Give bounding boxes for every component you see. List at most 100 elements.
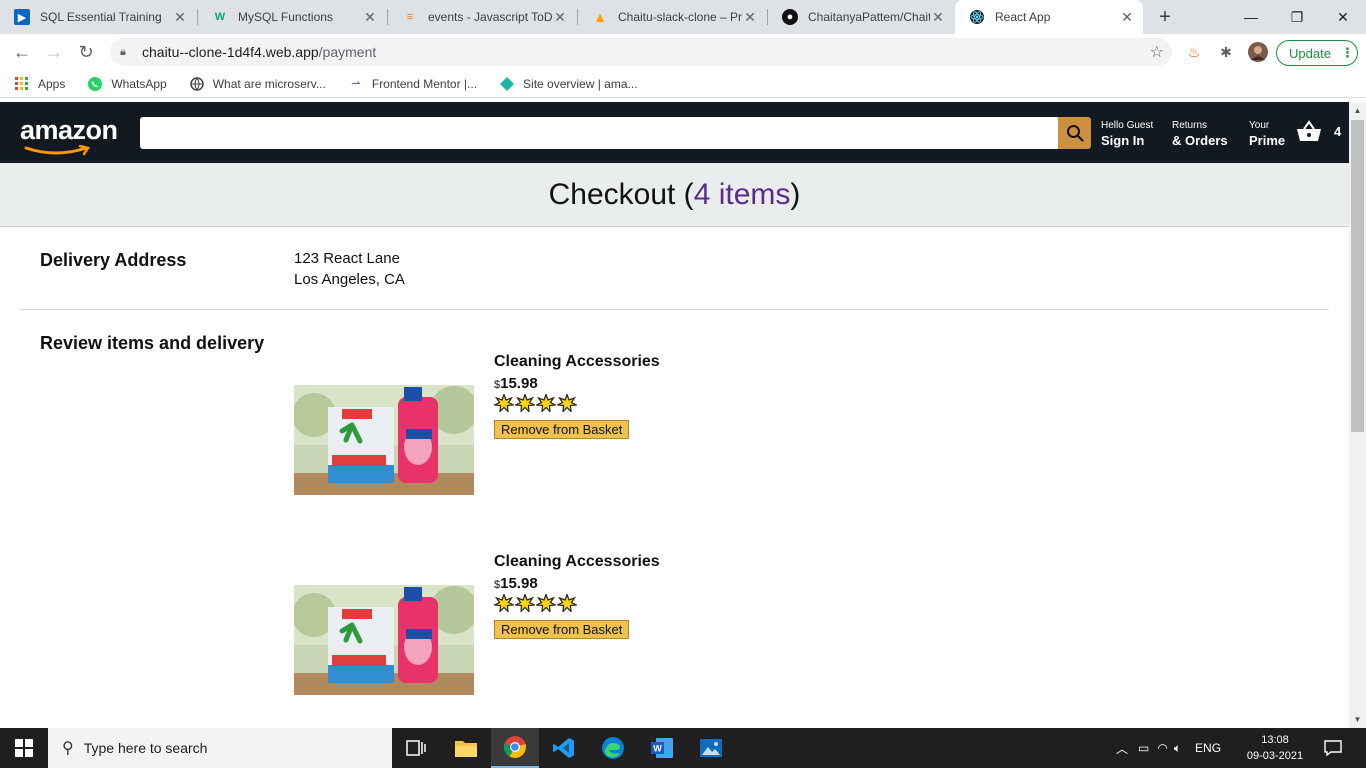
restore-button[interactable]: ❐	[1274, 0, 1320, 34]
tab-label: events - Javascript ToDo	[428, 10, 552, 24]
extension-fire-icon[interactable]: ♨	[1184, 42, 1204, 62]
update-button[interactable]: Update ⋮	[1276, 40, 1358, 66]
star-icon	[492, 392, 516, 414]
basket-icon	[1297, 120, 1321, 141]
bookmark-microservices[interactable]: What are microserv...	[189, 76, 326, 92]
language-indicator[interactable]: ENG	[1195, 741, 1221, 755]
minimize-button[interactable]: —	[1228, 0, 1274, 34]
scroll-down-icon[interactable]: ▼	[1349, 711, 1366, 728]
wifi-icon[interactable]: ◠	[1157, 741, 1167, 755]
clock-time: 13:08	[1261, 734, 1289, 746]
delivery-address-title: Delivery Address	[40, 250, 187, 270]
star-icon	[492, 592, 516, 614]
amazon-smile-icon	[24, 145, 91, 156]
browser-tab-1[interactable]: W MySQL Functions ✕	[198, 0, 386, 34]
bookmark-apps[interactable]: Apps	[14, 76, 65, 92]
forward-button[interactable]: →	[42, 40, 66, 64]
close-window-button[interactable]: ✕	[1320, 0, 1366, 34]
profile-avatar[interactable]	[1248, 42, 1268, 62]
product-title[interactable]: Cleaning Accessories	[494, 353, 660, 371]
react-icon	[969, 9, 985, 25]
option-line-two: & Orders	[1172, 133, 1228, 148]
page-viewport: amazon Hello Guest Sign In Returns & Ord…	[0, 102, 1349, 728]
bookmark-star-icon[interactable]: ☆	[1150, 42, 1164, 62]
amazon-header: amazon Hello Guest Sign In Returns & Ord…	[0, 102, 1349, 163]
remove-from-basket-button[interactable]: Remove from Basket	[494, 620, 630, 639]
close-icon[interactable]: ✕	[742, 9, 758, 26]
task-view-button[interactable]	[392, 728, 440, 768]
browser-tab-0[interactable]: ▶ SQL Essential Training ✕	[0, 0, 196, 34]
back-button[interactable]: ←	[10, 40, 34, 64]
taskbar-vscode[interactable]	[540, 728, 588, 768]
more-menu-icon[interactable]: ⋮	[1341, 45, 1354, 61]
browser-tab-3[interactable]: ▲ Chaitu-slack-clone – Pro ✕	[578, 0, 766, 34]
option-line-two: Sign In	[1101, 133, 1145, 148]
extensions-puzzle-icon[interactable]: ✱	[1216, 42, 1236, 62]
checkout-items-link[interactable]: 4 items	[694, 178, 791, 212]
system-tray: ︿ ▭ ◠ 🔈︎ ENG	[1116, 728, 1221, 768]
star-icon	[513, 592, 537, 614]
bookmark-site-overview[interactable]: Site overview | ama...	[499, 76, 638, 92]
page-scrollbar[interactable]: ▲ ▼	[1349, 102, 1366, 728]
notification-icon	[1324, 740, 1342, 756]
search-icon	[1066, 125, 1084, 142]
header-option-prime[interactable]: Your Prime	[1249, 119, 1285, 149]
bookmark-label: Frontend Mentor |...	[371, 76, 478, 91]
url-path: /payment	[318, 44, 377, 60]
bookmark-label: What are microserv...	[212, 76, 326, 91]
windows-logo-icon	[15, 739, 33, 757]
word-icon: W	[651, 738, 673, 758]
delivery-address: 123 React Lane Los Angeles, CA	[294, 248, 405, 290]
taskbar-word[interactable]: W	[638, 728, 686, 768]
reload-button[interactable]: ↻	[74, 40, 98, 64]
address-bar[interactable]: 🔒︎ chaitu--clone-1d4f4.web.app/payment ☆	[110, 38, 1172, 66]
checkout-product: Cleaning Accessories $15.98 Remove from …	[294, 553, 794, 703]
taskbar-edge[interactable]	[589, 728, 637, 768]
taskbar-file-explorer[interactable]	[442, 728, 490, 768]
taskbar-chrome[interactable]	[491, 728, 539, 768]
url-text: chaitu--clone-1d4f4.web.app/payment	[142, 44, 376, 60]
scroll-up-icon[interactable]: ▲	[1349, 102, 1366, 119]
browser-tab-5[interactable]: React App ✕	[955, 0, 1143, 34]
product-title[interactable]: Cleaning Accessories	[494, 553, 660, 571]
header-option-sign-in[interactable]: Hello Guest Sign In	[1101, 119, 1153, 149]
new-tab-button[interactable]: +	[1152, 4, 1178, 30]
start-button[interactable]	[0, 728, 48, 768]
close-icon[interactable]: ✕	[552, 9, 568, 26]
close-icon[interactable]: ✕	[1119, 9, 1135, 26]
scrollbar-thumb[interactable]	[1351, 120, 1364, 432]
volume-icon[interactable]: 🔈︎	[1174, 741, 1181, 756]
tab-label: React App	[995, 10, 1051, 24]
bookmark-whatsapp[interactable]: WhatsApp	[87, 76, 167, 92]
header-basket[interactable]: 4	[1296, 120, 1341, 142]
taskbar-search-placeholder: Type here to search	[83, 740, 208, 756]
browser-tab-4[interactable]: ● ChaitanyaPattem/Chaitu ✕	[768, 0, 954, 34]
bookmark-label: Site overview | ama...	[523, 76, 638, 91]
update-label: Update	[1289, 45, 1331, 61]
bookmark-frontend-mentor[interactable]: ⇀ Frontend Mentor |...	[348, 76, 477, 92]
option-line-one: Hello Guest	[1101, 120, 1154, 131]
task-view-icon	[406, 740, 426, 756]
show-hidden-icons-chevron-icon[interactable]: ︿	[1116, 740, 1128, 757]
header-option-orders[interactable]: Returns & Orders	[1172, 119, 1228, 149]
amazon-search-button[interactable]	[1058, 117, 1091, 149]
clock-date: 09-03-2021	[1246, 750, 1304, 762]
lock-icon[interactable]: 🔒︎	[120, 46, 140, 59]
product-price: $15.98	[494, 375, 660, 392]
close-icon[interactable]: ✕	[930, 9, 946, 26]
close-icon[interactable]: ✕	[172, 9, 188, 26]
w3schools-icon: W	[214, 11, 226, 23]
amazon-logo[interactable]: amazon	[20, 115, 120, 156]
taskbar-photos[interactable]	[687, 728, 735, 768]
remove-from-basket-button[interactable]: Remove from Basket	[494, 420, 630, 439]
taskbar-clock[interactable]: 13:08 09-03-2021	[1244, 732, 1306, 764]
amazon-search-input[interactable]	[140, 117, 1060, 149]
product-info: Cleaning Accessories $15.98 Remove from …	[492, 353, 660, 439]
taskbar-search-box[interactable]: ⚲ Type here to search	[48, 728, 392, 768]
tab-label: ChaitanyaPattem/Chaitu	[808, 10, 930, 24]
close-icon[interactable]: ✕	[362, 9, 378, 26]
frontend-mentor-icon: ⇀	[351, 78, 361, 90]
battery-icon[interactable]: ▭	[1138, 741, 1149, 755]
action-center-button[interactable]	[1310, 728, 1356, 768]
browser-tab-2[interactable]: ≡ events - Javascript ToDo ✕	[388, 0, 576, 34]
